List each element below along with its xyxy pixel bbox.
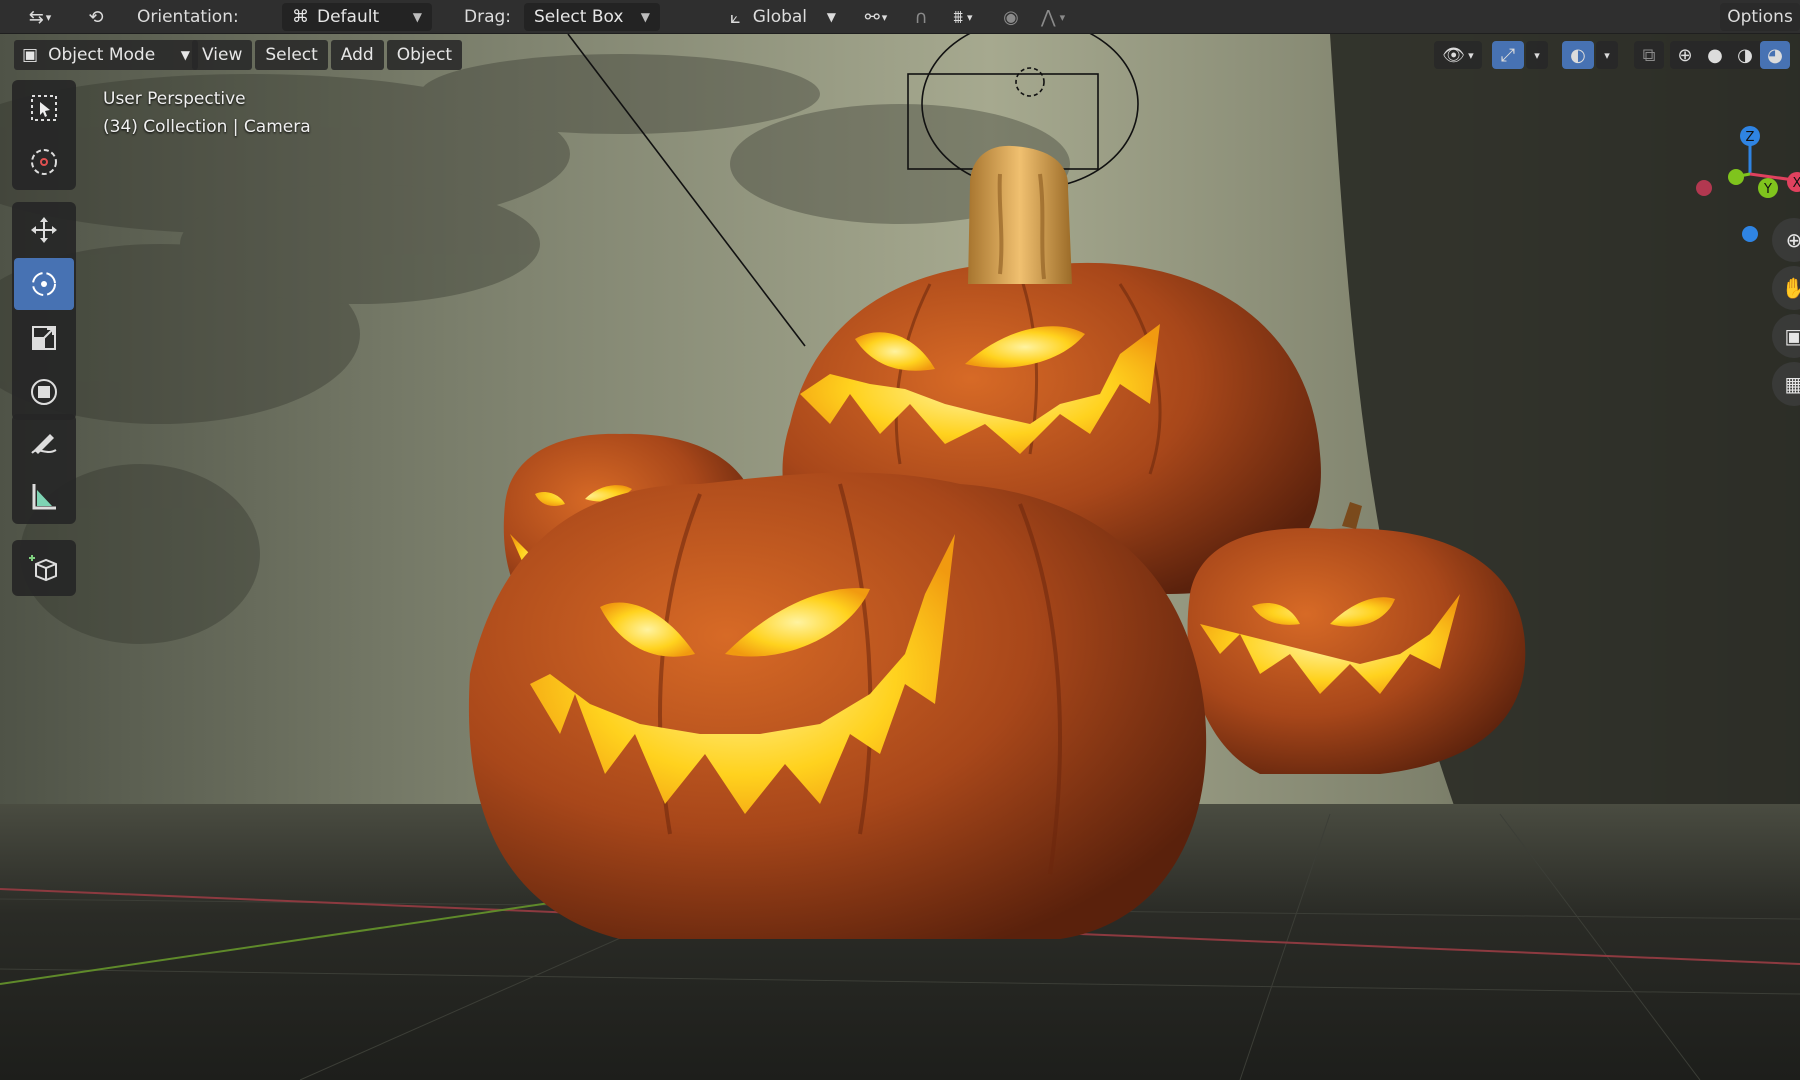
menu-select[interactable]: Select <box>255 40 328 70</box>
add-cube-tool[interactable] <box>14 542 74 594</box>
wireframe-sphere-icon: ⊕ <box>1677 44 1693 66</box>
select-box-tool[interactable] <box>14 82 74 134</box>
move-tool[interactable] <box>14 204 74 256</box>
camera-icon: ▣ <box>1784 324 1800 348</box>
gizmo-z-label: Z <box>1746 130 1755 145</box>
gizmo-neg-y[interactable] <box>1728 169 1744 185</box>
rendered-shading-button[interactable]: ◕ <box>1760 41 1790 69</box>
transform-pivot-button[interactable]: ⇆ ▾ <box>18 3 62 31</box>
visibility-dropdown[interactable]: 👁 ▾ <box>1434 41 1482 69</box>
falloff-curve-icon: ⋀ <box>1040 6 1056 28</box>
menu-view[interactable]: View <box>192 40 253 70</box>
chevron-down-icon: ▼ <box>412 10 422 24</box>
drag-dropdown[interactable]: Select Box ▼ <box>524 3 660 31</box>
candle[interactable] <box>968 145 1072 284</box>
pivot-icon: ⇆ <box>28 6 44 28</box>
gizmo-y-label: Y <box>1763 182 1772 197</box>
orientation-value: Default <box>317 7 380 27</box>
snap-increment-icon: ⩩ <box>953 6 964 28</box>
annotate-icon <box>31 434 57 454</box>
cursor-tool[interactable] <box>14 136 74 188</box>
rendered-sphere-icon: ◕ <box>1767 44 1783 66</box>
mode-value: Object Mode <box>48 45 156 65</box>
rotate-icon <box>32 272 56 296</box>
proportional-edit-icon: ◉ <box>1003 6 1019 28</box>
scale-tool[interactable] <box>14 312 74 364</box>
mode-dropdown[interactable]: ▣ Object Mode ▼ <box>14 40 198 70</box>
transform-icon <box>31 379 57 405</box>
viewport-header: ▣ Object Mode ▼ View Select Add Object 👁… <box>0 36 1800 74</box>
add-cube-icon <box>29 555 57 582</box>
scale-icon <box>32 326 56 350</box>
move-icon <box>31 217 57 243</box>
hand-icon: ✋ <box>1781 276 1800 300</box>
overlays-dropdown[interactable]: ▾ <box>1596 41 1618 69</box>
measure-tool[interactable] <box>14 470 74 522</box>
toolbar-group-add <box>12 540 76 596</box>
transform-tool[interactable] <box>14 366 74 418</box>
toolbar-group-transform <box>12 202 76 420</box>
orientation-dropdown[interactable]: ⌘ Default ▼ <box>282 3 432 31</box>
chevron-down-icon: ▾ <box>1604 48 1610 62</box>
material-sphere-icon: ◑ <box>1737 44 1753 66</box>
chevron-down-icon: ▼ <box>826 10 836 24</box>
proportional-edit-toggle[interactable]: ◉ <box>996 3 1026 31</box>
pivot-point-icon: ⚯ <box>864 6 880 28</box>
pivot-point-dropdown[interactable]: ⚯ ▾ <box>854 3 898 31</box>
tool-settings-bar: ⇆ ▾ ⟲ Orientation: ⌘ Default ▼ Drag: Sele… <box>0 0 1800 34</box>
snap-target-dropdown[interactable]: ⩩ ▾ <box>938 3 988 31</box>
chevron-down-icon: ▼ <box>640 10 650 24</box>
grid-icon: ▦ <box>1784 372 1800 396</box>
annotate-tool[interactable] <box>14 416 74 468</box>
solid-sphere-icon: ● <box>1707 44 1723 66</box>
drag-value: Select Box <box>534 7 624 27</box>
snap-toggle[interactable]: ∩ <box>906 3 936 31</box>
gizmo-icon: ⤢ <box>1500 44 1516 66</box>
active-tool-button[interactable]: ⟲ <box>78 3 114 31</box>
zoom-icon: ⊕ <box>1785 228 1800 252</box>
wireframe-shading-button[interactable]: ⊕ <box>1670 41 1700 69</box>
transform-orientation-dropdown[interactable]: ⟀ Global ▼ <box>722 3 844 31</box>
xray-toggle[interactable]: ⧉ <box>1634 41 1664 69</box>
transform-orientation-value: Global <box>752 7 808 27</box>
options-label: Options <box>1727 7 1793 27</box>
gizmo-dropdown[interactable]: ▾ <box>1526 41 1548 69</box>
view-name: User Perspective <box>103 89 246 109</box>
toolbar-group-select <box>12 80 76 190</box>
solid-shading-button[interactable]: ● <box>1700 41 1730 69</box>
eye-icon: 👁 <box>1442 44 1466 66</box>
gizmo-x-label: X <box>1793 176 1800 191</box>
3d-viewport[interactable]: User Perspective (34) Collection | Camer… <box>0 34 1800 1080</box>
gizmo-neg-x[interactable] <box>1696 180 1712 196</box>
falloff-dropdown[interactable]: ⋀ ▾ <box>1028 3 1078 31</box>
menu-add[interactable]: Add <box>330 40 384 70</box>
gizmo-neg-z[interactable] <box>1742 226 1758 242</box>
chevron-down-icon: ▾ <box>1534 48 1540 62</box>
orientation-label: Orientation: <box>137 7 239 27</box>
drag-label: Drag: <box>464 7 512 27</box>
overlays-icon: ◐ <box>1570 44 1586 66</box>
viewport-menus: View Select Add Object <box>192 40 465 70</box>
gizmo-toggle[interactable]: ⤢ <box>1492 41 1524 69</box>
magnet-icon: ∩ <box>914 6 928 28</box>
select-box-icon <box>31 95 57 121</box>
pumpkin-front[interactable] <box>468 472 1207 939</box>
measure-icon <box>32 484 56 510</box>
overlays-toggle[interactable]: ◐ <box>1562 41 1594 69</box>
material-shading-button[interactable]: ◑ <box>1730 41 1760 69</box>
axes-icon: ⌘ <box>292 7 309 27</box>
global-axes-icon: ⟀ <box>730 6 741 28</box>
shading-modes: ⊕ ● ◑ ◕ <box>1670 41 1790 69</box>
rotate-tool[interactable] <box>14 258 74 310</box>
cursor-icon <box>31 149 57 175</box>
options-button[interactable]: Options <box>1720 3 1800 31</box>
toolbar-group-annotate <box>12 414 76 524</box>
collection-info: (34) Collection | Camera <box>103 117 311 137</box>
chevron-down-icon: ▼ <box>180 48 190 62</box>
menu-object[interactable]: Object <box>386 40 463 70</box>
rotate-tool-icon: ⟲ <box>88 6 104 28</box>
xray-icon: ⧉ <box>1642 44 1656 66</box>
object-mode-icon: ▣ <box>22 45 39 65</box>
scene-render <box>0 34 1800 1080</box>
